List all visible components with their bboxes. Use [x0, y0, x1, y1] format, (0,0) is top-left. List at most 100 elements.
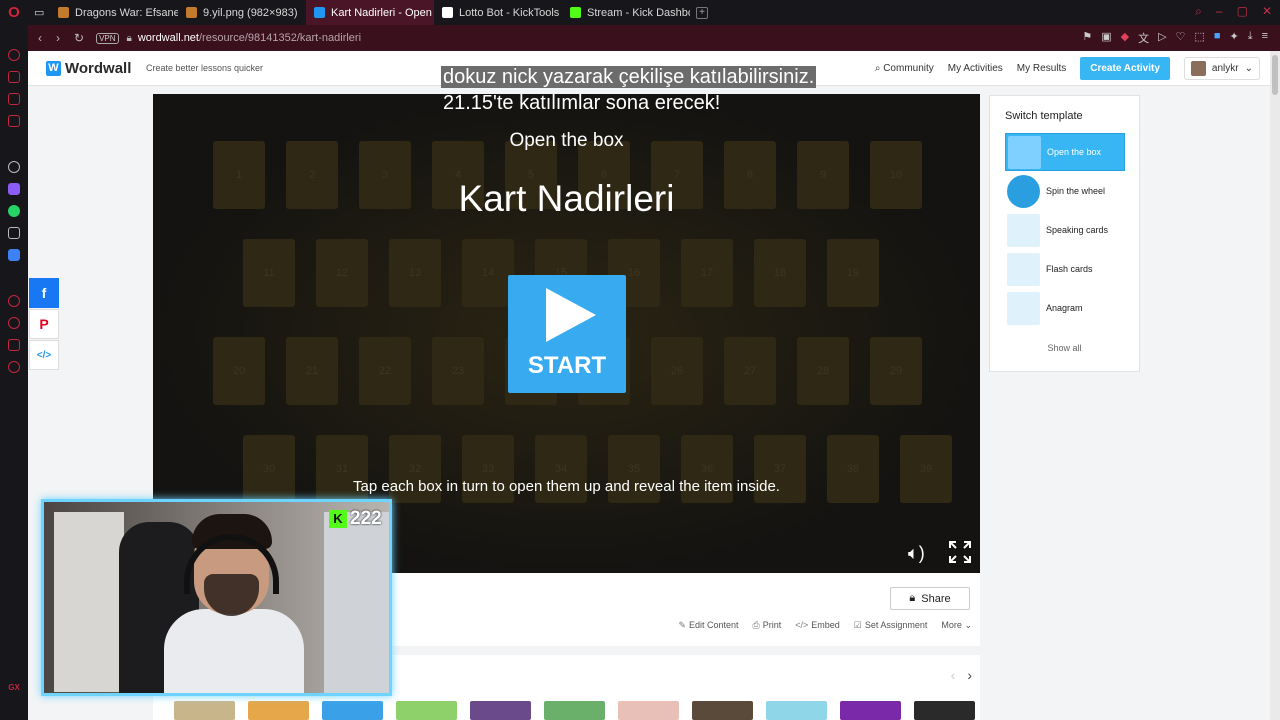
wordwall-logo[interactable]: W Wordwall	[46, 60, 131, 77]
user-menu[interactable]: anlykr ⌄	[1183, 57, 1260, 80]
chevron-down-icon: ⌄	[1244, 63, 1253, 74]
play-icon[interactable]: ▷	[1158, 30, 1166, 46]
template-open-the-box[interactable]: Open the box	[1005, 133, 1125, 171]
new-tab-icon[interactable]: +	[696, 6, 708, 19]
related-thumbnail[interactable]	[766, 701, 827, 720]
sidebar-player-icon[interactable]	[8, 93, 20, 105]
action-links: ✎ Edit Content ⎙ Print </> Embed ☑ Set Assig…	[678, 620, 972, 631]
opera-menu-icon[interactable]: O	[0, 0, 28, 25]
edit-content-link[interactable]: ✎ Edit Content	[678, 620, 738, 631]
related-thumbnail[interactable]	[396, 701, 457, 720]
related-thumbnail[interactable]	[174, 701, 235, 720]
reload-icon[interactable]: ↻	[74, 31, 84, 45]
fullscreen-icon[interactable]	[948, 540, 972, 564]
puzzle-icon[interactable]: ✦	[1229, 30, 1238, 46]
box-tile: 22	[359, 337, 411, 405]
webcam-overlay: K 222	[41, 499, 392, 696]
share-label: Share	[921, 592, 951, 605]
template-anagram[interactable]: Anagram	[1005, 289, 1125, 327]
menu-icon[interactable]: ≡	[1262, 30, 1268, 46]
url-path: /resource/98141352/kart-nadirleri	[198, 32, 362, 44]
sidebar-x-icon[interactable]	[8, 227, 20, 239]
tab-favicon-icon	[570, 7, 581, 18]
open-box-thumb-icon	[1008, 135, 1041, 169]
viewer-count: 222	[350, 508, 382, 529]
gx-logo: GX	[8, 683, 20, 692]
close-window-icon[interactable]: ✕	[1262, 4, 1272, 19]
related-thumbnail[interactable]	[840, 701, 901, 720]
box-tile: 26	[651, 337, 703, 405]
bookmark-icon[interactable]: ⚑	[1082, 30, 1092, 46]
start-button[interactable]: START	[508, 275, 626, 393]
translate-icon[interactable]: 文	[1138, 30, 1149, 46]
search-tabs-icon[interactable]: ⌕	[1195, 4, 1202, 19]
template-spin-the-wheel[interactable]: Spin the wheel	[1005, 172, 1125, 210]
create-activity-button[interactable]: Create Activity	[1080, 57, 1170, 80]
my-activities-link[interactable]: My Activities	[948, 63, 1003, 74]
sidebar-feed-icon[interactable]	[8, 339, 20, 351]
switch-template-heading: Switch template	[1005, 110, 1083, 122]
sidebar-settings-icon[interactable]	[8, 361, 20, 373]
tab-image-png[interactable]: 9.yil.png (982×983)	[178, 0, 306, 25]
template-list: Open the box Spin the wheel Speaking car…	[1005, 133, 1139, 327]
vpn-badge[interactable]: VPN	[96, 32, 119, 44]
facebook-icon[interactable]: f	[29, 278, 59, 308]
sidebar-messenger-icon[interactable]	[8, 115, 20, 127]
volume-icon[interactable]: 🔈︎)	[908, 543, 925, 564]
sidebar-chatgpt-icon[interactable]	[8, 161, 20, 173]
my-results-link[interactable]: My Results	[1017, 63, 1066, 74]
snapshot-icon[interactable]: ▣	[1101, 30, 1111, 46]
download-icon[interactable]: ⤓	[1248, 30, 1253, 46]
activity-title: Kart Nadirleri	[458, 178, 675, 219]
pocket-icon[interactable]: ◆	[1121, 30, 1129, 46]
sidebar-history-icon[interactable]	[8, 317, 20, 329]
tab-workspaces-icon[interactable]: ▭	[28, 0, 50, 25]
sidebar-bag-icon[interactable]	[8, 71, 20, 83]
url-field[interactable]: wordwall.net/resource/98141352/kart-nadi…	[138, 32, 361, 44]
embed-link[interactable]: </> Embed	[795, 620, 840, 631]
sidebar-twitch-icon[interactable]	[8, 183, 20, 195]
set-assignment-link[interactable]: ☑ Set Assignment	[854, 620, 928, 631]
page-scrollbar[interactable]	[1270, 51, 1280, 720]
related-thumbnail[interactable]	[544, 701, 605, 720]
community-link[interactable]: ⌕ Community	[875, 63, 934, 74]
heart-icon[interactable]: ♡	[1176, 30, 1186, 46]
webcam-shirt	[164, 609, 304, 693]
username: anlykr	[1211, 63, 1239, 74]
sidebar-whatsapp-icon[interactable]	[8, 205, 20, 217]
related-thumbnail[interactable]	[692, 701, 753, 720]
template-label: Open the box	[1047, 147, 1102, 157]
more-menu[interactable]: More ⌄	[941, 620, 972, 631]
show-all-link[interactable]: Show all	[990, 343, 1139, 353]
sidebar-teams-icon[interactable]	[8, 249, 20, 261]
lock-icon[interactable]: 🔒︎	[127, 33, 132, 44]
related-thumbnail[interactable]	[470, 701, 531, 720]
related-thumbnail[interactable]	[322, 701, 383, 720]
forward-icon[interactable]: ›	[56, 31, 60, 45]
related-thumbnail[interactable]	[914, 701, 975, 720]
chevron-right-icon[interactable]: ›	[967, 667, 972, 683]
share-button[interactable]: 🔒︎ Share	[890, 587, 970, 610]
tab-kick-dashboard[interactable]: Stream - Kick Dashboard	[562, 0, 690, 25]
pinterest-icon[interactable]: P	[29, 309, 59, 339]
embed-code-icon[interactable]: </>	[29, 340, 59, 370]
tab-dragons-war[interactable]: Dragons War: Efsane Ejde	[50, 0, 178, 25]
extension-blue-icon[interactable]: ■	[1214, 30, 1221, 46]
back-icon[interactable]: ‹	[38, 31, 42, 45]
related-thumbnail[interactable]	[618, 701, 679, 720]
template-flash-cards[interactable]: Flash cards	[1005, 250, 1125, 288]
related-thumbnail[interactable]	[248, 701, 309, 720]
print-link[interactable]: ⎙ Print	[753, 620, 782, 631]
sidebar-aria-icon[interactable]	[8, 49, 20, 61]
box-tile: 13	[389, 239, 441, 307]
chevron-left-icon[interactable]: ‹	[951, 667, 956, 683]
scrollbar-thumb[interactable]	[1272, 55, 1278, 95]
template-speaking-cards[interactable]: Speaking cards	[1005, 211, 1125, 249]
extension-icon[interactable]: ⬚	[1194, 30, 1204, 46]
maximize-icon[interactable]: ▢	[1237, 4, 1248, 19]
tab-lotto-bot[interactable]: Lotto Bot - KickTools	[434, 0, 562, 25]
start-label: START	[527, 352, 607, 379]
tab-kart-nadirleri[interactable]: Kart Nadirleri - Open the	[306, 0, 434, 25]
sidebar-heart-icon[interactable]	[8, 295, 20, 307]
minimize-icon[interactable]: –	[1216, 4, 1223, 19]
